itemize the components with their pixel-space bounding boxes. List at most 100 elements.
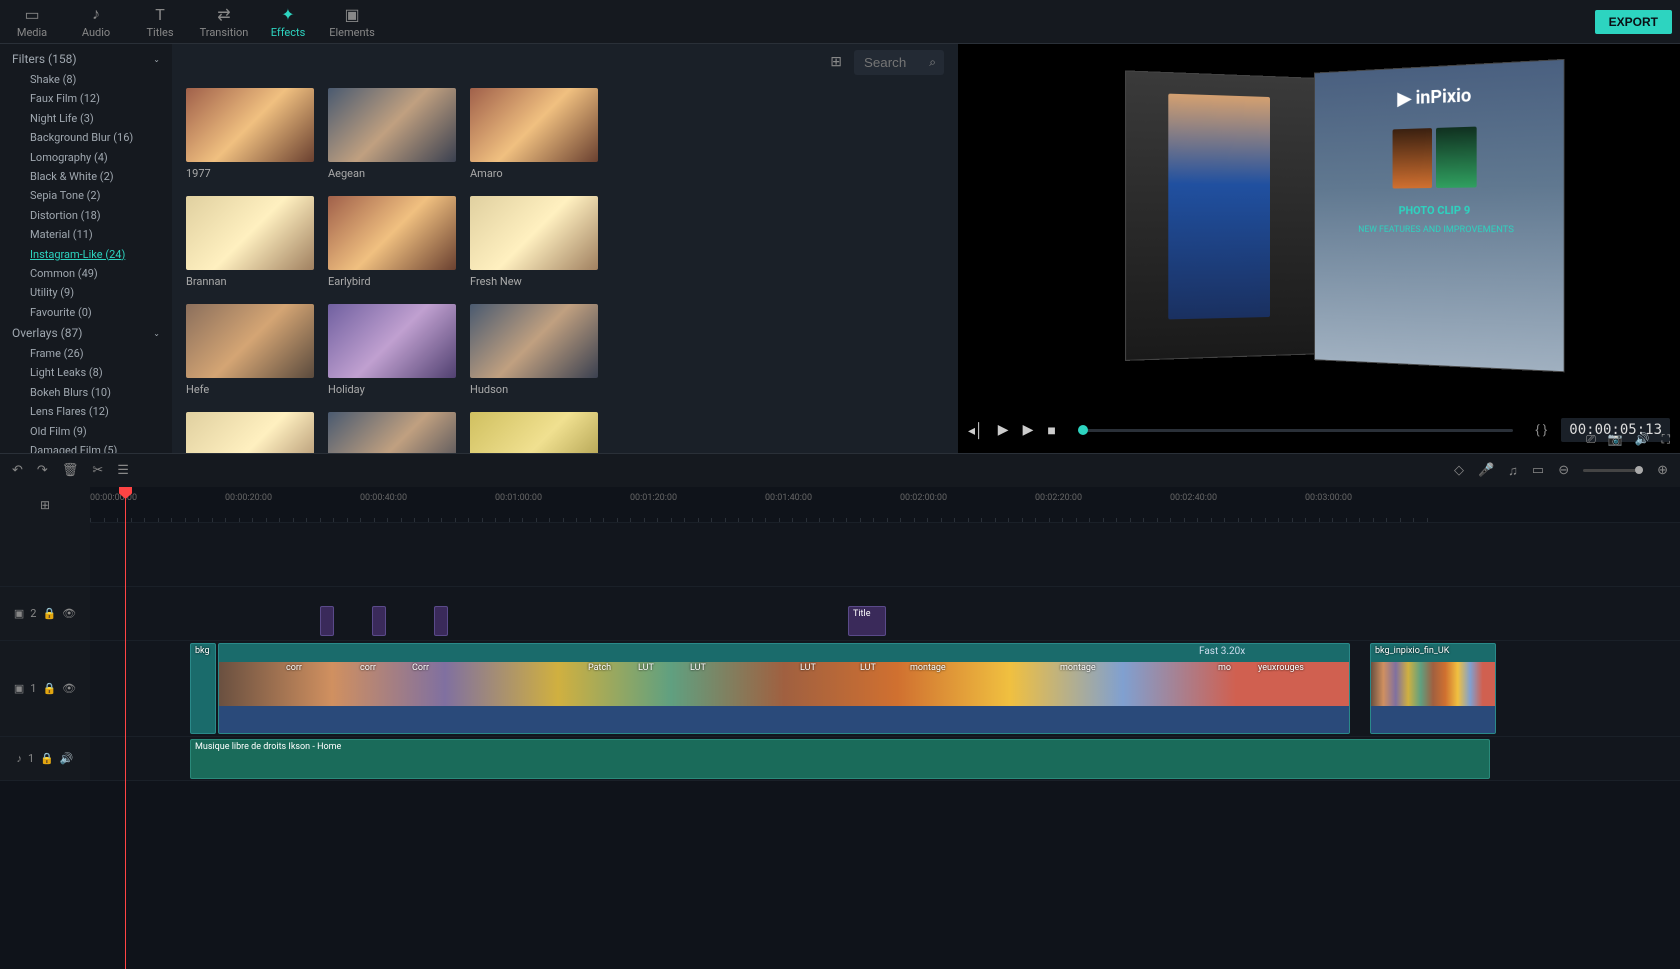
zoom-handle[interactable] [1635,466,1643,474]
effects-sidebar[interactable]: Filters (158) ⌄ Shake (8) Faux Film (12)… [0,44,172,453]
filter-item[interactable] [328,412,456,453]
lock-icon[interactable]: 🔒 [40,752,54,765]
tab-media[interactable]: ▭ Media [0,0,64,43]
sidebar-group-overlays[interactable]: Overlays (87) ⌄ [0,322,172,344]
display-icon[interactable]: ⎚ [1586,432,1596,447]
filter-item[interactable]: Holiday [328,304,456,396]
audio-track-head[interactable]: ♪ 1 🔒 🔊 [0,737,90,780]
sidebar-group-label: Overlays (87) [12,326,82,340]
filter-item[interactable]: Brannan [186,196,314,288]
playhead[interactable] [125,487,126,969]
mark-in-out-icon[interactable]: { } [1535,423,1547,438]
tab-elements[interactable]: ▣ Elements [320,0,384,43]
sidebar-item[interactable]: Faux Film (12) [0,89,172,108]
tab-label: Effects [271,26,306,39]
zoom-slider[interactable] [1583,469,1643,472]
zoom-in-icon[interactable]: ⊕ [1657,463,1668,478]
promo-subtitle: NEW FEATURES AND IMPROVEMENTS [1358,224,1514,234]
sidebar-group-filters[interactable]: Filters (158) ⌄ [0,48,172,70]
add-track-button[interactable]: ⊞ [0,487,90,523]
filter-item[interactable] [470,412,598,453]
video-track-head[interactable]: ▣ 1 🔒 👁 [0,641,90,736]
filter-thumbnail [186,88,314,162]
undo-icon[interactable]: ↶ [12,463,23,478]
filter-item[interactable]: Fresh New [470,196,598,288]
video-clip[interactable]: Fast 3.20x [218,643,1350,734]
prev-frame-button[interactable]: ◂│ [968,422,984,439]
sidebar-item[interactable]: Old Film (9) [0,422,172,441]
stop-button[interactable]: ■ [1047,422,1055,439]
sidebar-item[interactable]: Bokeh Blurs (10) [0,383,172,402]
export-button[interactable]: EXPORT [1595,10,1672,34]
audio-clip[interactable]: Musique libre de droits Ikson - Home [190,739,1490,779]
lock-icon[interactable]: 🔒 [42,607,56,620]
video-track-content[interactable]: bkgFast 3.20xbkg_inpixio_fin_UKcorrcorrC… [90,641,1680,736]
sidebar-item[interactable]: Common (49) [0,264,172,283]
filter-item[interactable]: Earlybird [328,196,456,288]
sidebar-item[interactable]: Utility (9) [0,283,172,302]
sidebar-item[interactable]: Damaged Film (5) [0,441,172,453]
tab-audio[interactable]: ♪ Audio [64,0,128,43]
sidebar-item[interactable]: Black & White (2) [0,167,172,186]
sidebar-item[interactable]: Sepia Tone (2) [0,186,172,205]
sidebar-item-instagram-like[interactable]: Instagram-Like (24) [0,245,172,264]
tab-transition[interactable]: ⇄ Transition [192,0,256,43]
sidebar-item[interactable]: Night Life (3) [0,109,172,128]
time-ruler[interactable]: 00:00:00:0000:00:20:0000:00:40:0000:01:0… [90,487,1680,523]
preview-viewport[interactable]: ▶ inPixio PHOTO CLIP 9 NEW FEATURES AND … [958,44,1680,407]
fx-clip[interactable] [320,606,334,636]
preview-progress[interactable] [1078,429,1513,432]
filter-browser: ⊞ ⌕ 1977AegeanAmaroBrannanEarlybirdFresh… [172,44,958,453]
sidebar-item[interactable]: Lomography (4) [0,148,172,167]
filter-item[interactable] [186,412,314,453]
grid-view-icon[interactable]: ⊞ [830,54,842,70]
render-icon[interactable]: ▭ [1532,463,1544,478]
sidebar-item[interactable]: Lens Flares (12) [0,402,172,421]
fx-clip[interactable] [372,606,386,636]
audio-mixer-icon[interactable]: ♫ [1508,463,1518,479]
sidebar-item[interactable]: Background Blur (16) [0,128,172,147]
redo-icon[interactable]: ↷ [37,463,48,478]
video-clip[interactable]: bkg_inpixio_fin_UK [1370,643,1496,734]
chevron-down-icon: ⌄ [153,329,160,338]
speaker-icon[interactable]: 🔊 [60,752,74,765]
filter-item[interactable]: Aegean [328,88,456,180]
sidebar-item[interactable]: Frame (26) [0,344,172,363]
eye-icon[interactable]: 👁 [62,682,76,695]
sidebar-item[interactable]: Shake (8) [0,70,172,89]
filter-item[interactable]: Amaro [470,88,598,180]
next-frame-button[interactable]: ▶ [1023,422,1034,438]
video-clip[interactable]: bkg [190,643,216,734]
sidebar-item[interactable]: Light Leaks (8) [0,363,172,382]
filter-item[interactable]: 1977 [186,88,314,180]
fx-clip[interactable] [434,606,448,636]
filter-item[interactable]: Hefe [186,304,314,396]
cut-icon[interactable]: ✂ [92,463,103,478]
ruler-tick: 00:00:40:00 [360,493,407,503]
snapshot-icon[interactable]: 📷 [1608,432,1623,447]
marker-icon[interactable]: ◇ [1454,463,1464,478]
zoom-out-icon[interactable]: ⊖ [1558,463,1569,478]
fx-clip[interactable]: Title [848,606,886,636]
delete-icon[interactable]: 🗑 [62,463,79,478]
fx-track-head[interactable]: ▣ 2 🔒 👁 [0,587,90,640]
progress-handle[interactable] [1078,425,1088,435]
tab-titles[interactable]: T Titles [128,0,192,43]
play-button[interactable]: ▶ [998,422,1009,438]
adjust-icon[interactable]: ☰ [117,463,129,478]
track-content-empty[interactable] [90,523,1680,586]
ruler-tick: 00:01:20:00 [630,493,677,503]
eye-icon[interactable]: 👁 [62,607,76,620]
search-input[interactable] [854,50,944,75]
sidebar-item[interactable]: Material (11) [0,225,172,244]
lock-icon[interactable]: 🔒 [42,682,56,695]
volume-icon[interactable]: 🔊 [1635,432,1650,447]
fx-track-content[interactable]: Title [90,587,1680,640]
tab-effects[interactable]: ✦ Effects [256,0,320,43]
voiceover-icon[interactable]: 🎤 [1478,463,1494,478]
filter-item[interactable]: Hudson [470,304,598,396]
audio-track-content[interactable]: Musique libre de droits Ikson - Home [90,737,1680,780]
sidebar-item[interactable]: Favourite (0) [0,303,172,322]
fullscreen-icon[interactable]: ⛶ [1662,432,1670,447]
sidebar-item[interactable]: Distortion (18) [0,206,172,225]
